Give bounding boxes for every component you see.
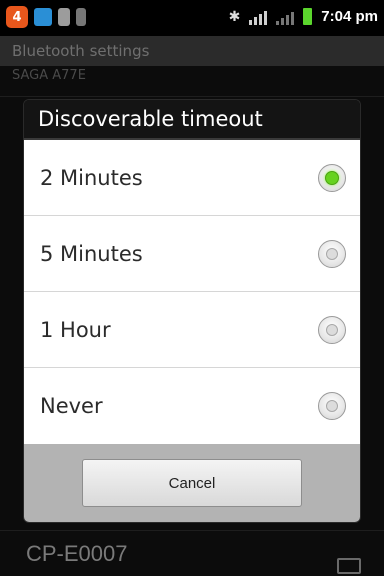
signal-icon (249, 9, 268, 25)
status-bar: 4 ✱ 7:04 pm (0, 0, 384, 36)
dialog-title: Discoverable timeout (24, 100, 360, 140)
app-title: Bluetooth settings (12, 42, 150, 60)
storage-icon (76, 8, 86, 26)
option-1-hour[interactable]: 1 Hour (24, 292, 360, 368)
option-2-minutes[interactable]: 2 Minutes (24, 140, 360, 216)
radio-button[interactable] (318, 392, 346, 420)
device-list-item[interactable]: CP-E0007 (26, 541, 128, 567)
wifi-signal-icon (276, 9, 295, 25)
radio-button[interactable] (318, 239, 346, 268)
option-label: Never (40, 394, 103, 418)
option-label: 1 Hour (40, 317, 111, 342)
divider (0, 96, 384, 97)
android-icon (58, 8, 70, 26)
dialog-footer: Cancel (24, 444, 360, 522)
computer-icon (337, 558, 361, 574)
option-label: 5 Minutes (40, 241, 143, 266)
radio-button-checked[interactable] (318, 163, 346, 192)
bluetooth-icon: ✱ (228, 8, 241, 25)
clock: 7:04 pm (321, 8, 378, 25)
option-label: 2 Minutes (40, 165, 143, 190)
notification-count-badge: 4 (6, 6, 28, 28)
system-icons: ✱ 7:04 pm (229, 8, 378, 25)
divider (0, 530, 384, 531)
options-list: 2 Minutes 5 Minutes 1 Hour Never (24, 140, 360, 444)
notification-icons: 4 (6, 6, 86, 28)
option-never[interactable]: Never (24, 368, 360, 444)
device-list-item[interactable]: SAGA A77E (12, 68, 86, 83)
app-title-bar: Bluetooth settings (0, 36, 384, 66)
battery-icon (303, 8, 313, 25)
discoverable-timeout-dialog: Discoverable timeout 2 Minutes 5 Minutes… (24, 100, 360, 522)
apps-icon (34, 8, 52, 26)
radio-button[interactable] (318, 315, 346, 344)
option-5-minutes[interactable]: 5 Minutes (24, 216, 360, 292)
cancel-button[interactable]: Cancel (82, 459, 302, 507)
